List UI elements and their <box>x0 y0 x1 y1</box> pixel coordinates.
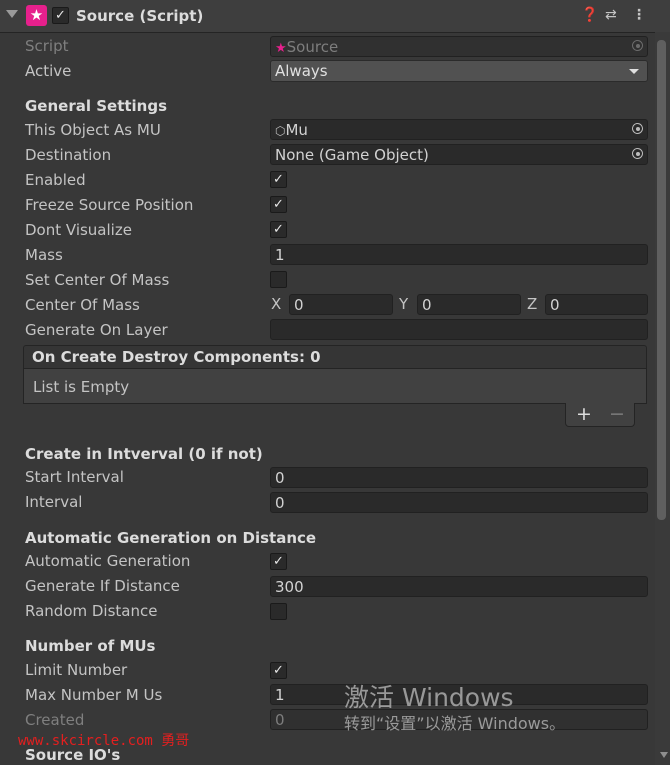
created-label: Created <box>25 711 85 729</box>
this-object-field[interactable]: ⬡Mu <box>270 119 648 140</box>
com-y-field[interactable]: 0 <box>417 294 521 315</box>
list-empty-text: List is Empty <box>33 378 130 396</box>
enabled-checkbox[interactable]: ✓ <box>270 171 287 188</box>
activation-watermark-title: 激活 Windows <box>344 683 514 712</box>
random-distance-checkbox[interactable] <box>270 603 287 620</box>
random-distance-label: Random Distance <box>25 602 158 620</box>
script-value: Source <box>286 38 339 56</box>
max-number-label: Max Number M Us <box>25 686 163 704</box>
com-x-field[interactable]: 0 <box>289 294 393 315</box>
freeze-checkbox[interactable]: ✓ <box>270 196 287 213</box>
site-watermark: www.skcircle.com 勇哥 <box>18 733 190 749</box>
destination-label: Destination <box>25 146 112 164</box>
if-distance-field[interactable]: 300 <box>270 576 648 597</box>
activation-watermark-subtitle: 转到“设置”以激活 Windows。 <box>344 714 566 733</box>
start-interval-field[interactable]: 0 <box>270 467 648 488</box>
object-picker-icon[interactable] <box>632 123 643 134</box>
auto-generation-checkbox[interactable]: ✓ <box>270 553 287 570</box>
distance-header: Automatic Generation on Distance <box>25 529 317 547</box>
scroll-down-arrow-icon[interactable] <box>660 752 668 758</box>
com-z-field[interactable]: 0 <box>545 294 648 315</box>
set-com-label: Set Center Of Mass <box>25 271 170 289</box>
script-field[interactable]: ★Source <box>270 36 648 57</box>
interval-header: Create in Intverval (0 if not) <box>25 445 263 463</box>
add-element-button[interactable]: + <box>576 403 592 425</box>
preset-icon[interactable]: ⇄ <box>605 7 617 23</box>
auto-generation-label: Automatic Generation <box>25 552 191 570</box>
if-distance-label: Generate If Distance <box>25 577 180 595</box>
interval-label: Interval <box>25 493 83 511</box>
script-label: Script <box>25 37 69 55</box>
active-value: Always <box>275 62 328 80</box>
active-dropdown[interactable]: Always <box>270 60 648 82</box>
this-object-value: Mu <box>285 121 308 139</box>
com-x-label: X <box>271 295 282 313</box>
layer-field[interactable] <box>270 319 648 340</box>
dropdown-arrow-icon <box>629 69 639 74</box>
mus-header: Number of MUs <box>25 637 156 655</box>
mass-label: Mass <box>25 246 63 264</box>
enabled-label: Enabled <box>25 171 86 189</box>
kebab-menu-icon[interactable]: ⋮ <box>632 7 646 23</box>
scrollbar-thumb[interactable] <box>657 40 666 520</box>
limit-number-checkbox[interactable]: ✓ <box>270 662 287 679</box>
set-com-checkbox[interactable] <box>270 271 287 288</box>
mass-field[interactable]: 1 <box>270 244 648 265</box>
object-picker-icon[interactable] <box>632 148 643 159</box>
component-title: Source (Script) <box>76 7 204 25</box>
freeze-label: Freeze Source Position <box>25 196 194 214</box>
this-object-label: This Object As MU <box>25 121 161 139</box>
foldout-arrow-icon[interactable] <box>6 10 18 18</box>
script-star-icon: ★ <box>275 41 287 56</box>
active-label: Active <box>25 62 72 80</box>
remove-element-button[interactable]: − <box>609 403 625 425</box>
limit-number-label: Limit Number <box>25 661 128 679</box>
start-interval-label: Start Interval <box>25 468 124 486</box>
interval-field[interactable]: 0 <box>270 492 648 513</box>
help-icon[interactable]: ❓ <box>581 7 598 23</box>
dont-visualize-checkbox[interactable]: ✓ <box>270 221 287 238</box>
script-star-icon: ★ <box>26 5 47 26</box>
com-y-label: Y <box>399 295 409 313</box>
list-title: On Create Destroy Components: 0 <box>32 348 321 366</box>
com-z-label: Z <box>527 295 538 313</box>
object-picker-icon[interactable] <box>632 40 643 51</box>
component-enabled-checkbox[interactable]: ✓ <box>52 7 69 24</box>
dont-visualize-label: Dont Visualize <box>25 221 132 239</box>
destination-value: None (Game Object) <box>275 146 429 164</box>
destination-field[interactable]: None (Game Object) <box>270 144 648 165</box>
com-label: Center Of Mass <box>25 296 140 314</box>
layer-label: Generate On Layer <box>25 321 168 339</box>
general-settings-header: General Settings <box>25 97 168 115</box>
cube-icon: ⬡ <box>275 124 286 138</box>
